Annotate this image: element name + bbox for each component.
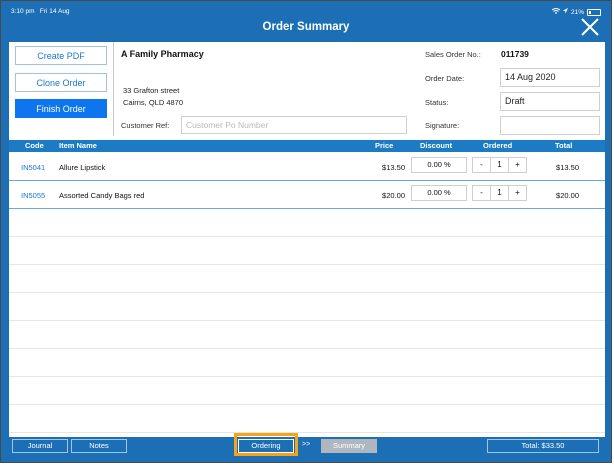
wifi-icon xyxy=(551,8,561,16)
address-line-1: 33 Grafton street xyxy=(123,86,180,95)
status-date: Fri 14 Aug xyxy=(39,8,70,15)
quantity-value[interactable]: 1 xyxy=(490,158,509,172)
status-time: 3:10 pm xyxy=(11,8,35,15)
ordering-highlight xyxy=(234,433,298,456)
order-total: Total: $33.50 xyxy=(487,439,599,453)
location-icon xyxy=(562,8,568,16)
decrement-button[interactable]: - xyxy=(473,186,490,200)
grid-line xyxy=(9,348,605,349)
signature-field[interactable] xyxy=(500,116,600,135)
column-price: Price xyxy=(375,141,394,150)
order-panel: Create PDF Clone Order Finish Order A Fa… xyxy=(9,42,605,437)
column-item-name: Item Name xyxy=(59,141,97,150)
signature-label: Signature: xyxy=(425,121,460,130)
row-divider xyxy=(9,208,605,209)
grid-line xyxy=(9,292,605,293)
footer-toolbar: Journal Notes Ordering >> Summary Total:… xyxy=(9,433,605,457)
item-price: $13.50 xyxy=(382,163,405,172)
summary-tab[interactable]: Summary xyxy=(321,439,377,453)
item-name: Assorted Candy Bags red xyxy=(59,191,145,200)
discount-field[interactable]: 0.00 % xyxy=(411,157,467,173)
table-row[interactable]: IN5041 Allure Lipstick $13.50 0.00 % - 1… xyxy=(9,153,605,180)
close-icon[interactable] xyxy=(579,16,601,38)
item-total: $13.50 xyxy=(556,163,579,172)
create-pdf-button[interactable]: Create PDF xyxy=(15,46,107,65)
battery-icon xyxy=(587,8,601,16)
sales-order-value: 011739 xyxy=(501,49,529,59)
increment-button[interactable]: + xyxy=(509,158,526,172)
status-label: Status: xyxy=(425,98,449,107)
column-code: Code xyxy=(25,141,44,150)
decrement-button[interactable]: - xyxy=(473,158,490,172)
customer-name: A Family Pharmacy xyxy=(121,49,204,59)
quantity-value[interactable]: 1 xyxy=(490,186,509,200)
item-code[interactable]: IN5041 xyxy=(21,163,45,172)
customer-ref-input[interactable]: Customer Po Number xyxy=(181,116,407,134)
status-field[interactable]: Draft xyxy=(500,92,600,111)
quantity-stepper[interactable]: - 1 + xyxy=(472,185,527,201)
column-ordered: Ordered xyxy=(483,141,513,150)
chevron-right-icon: >> xyxy=(302,441,311,448)
grid-line xyxy=(9,376,605,377)
app-window: 3:10 pm Fri 14 Aug 21% Order Summary Cre… xyxy=(0,0,612,463)
item-price: $20.00 xyxy=(382,191,405,200)
grid-line xyxy=(9,236,605,237)
address-line-2: Cairns, QLD 4870 xyxy=(123,98,184,107)
finish-order-button[interactable]: Finish Order xyxy=(15,99,107,118)
item-name: Allure Lipstick xyxy=(59,163,106,172)
table-row[interactable]: IN5055 Assorted Candy Bags red $20.00 0.… xyxy=(9,181,605,208)
discount-field[interactable]: 0.00 % xyxy=(411,185,467,201)
grid-line xyxy=(9,432,605,433)
status-bar: 3:10 pm Fri 14 Aug 21% xyxy=(9,8,605,18)
divider xyxy=(113,42,114,136)
grid-line xyxy=(9,404,605,405)
item-code[interactable]: IN5055 xyxy=(21,191,45,200)
clone-order-button[interactable]: Clone Order xyxy=(15,73,107,92)
grid-line xyxy=(9,264,605,265)
order-date-field[interactable]: 14 Aug 2020 xyxy=(500,68,600,87)
page-title: Order Summary xyxy=(262,21,350,33)
journal-button[interactable]: Journal xyxy=(12,439,68,453)
quantity-stepper[interactable]: - 1 + xyxy=(472,157,527,173)
item-total: $20.00 xyxy=(556,191,579,200)
sales-order-label: Sales Order No.: xyxy=(425,50,481,59)
table-header: Code Item Name Price Discount Ordered To… xyxy=(9,140,605,152)
grid-line xyxy=(9,320,605,321)
increment-button[interactable]: + xyxy=(509,186,526,200)
customer-ref-label: Customer Ref: xyxy=(121,121,170,130)
battery-percent: 21% xyxy=(570,8,584,16)
column-total: Total xyxy=(555,141,573,150)
notes-button[interactable]: Notes xyxy=(71,439,127,453)
order-date-label: Order Date: xyxy=(425,74,465,83)
column-discount: Discount xyxy=(420,141,453,150)
